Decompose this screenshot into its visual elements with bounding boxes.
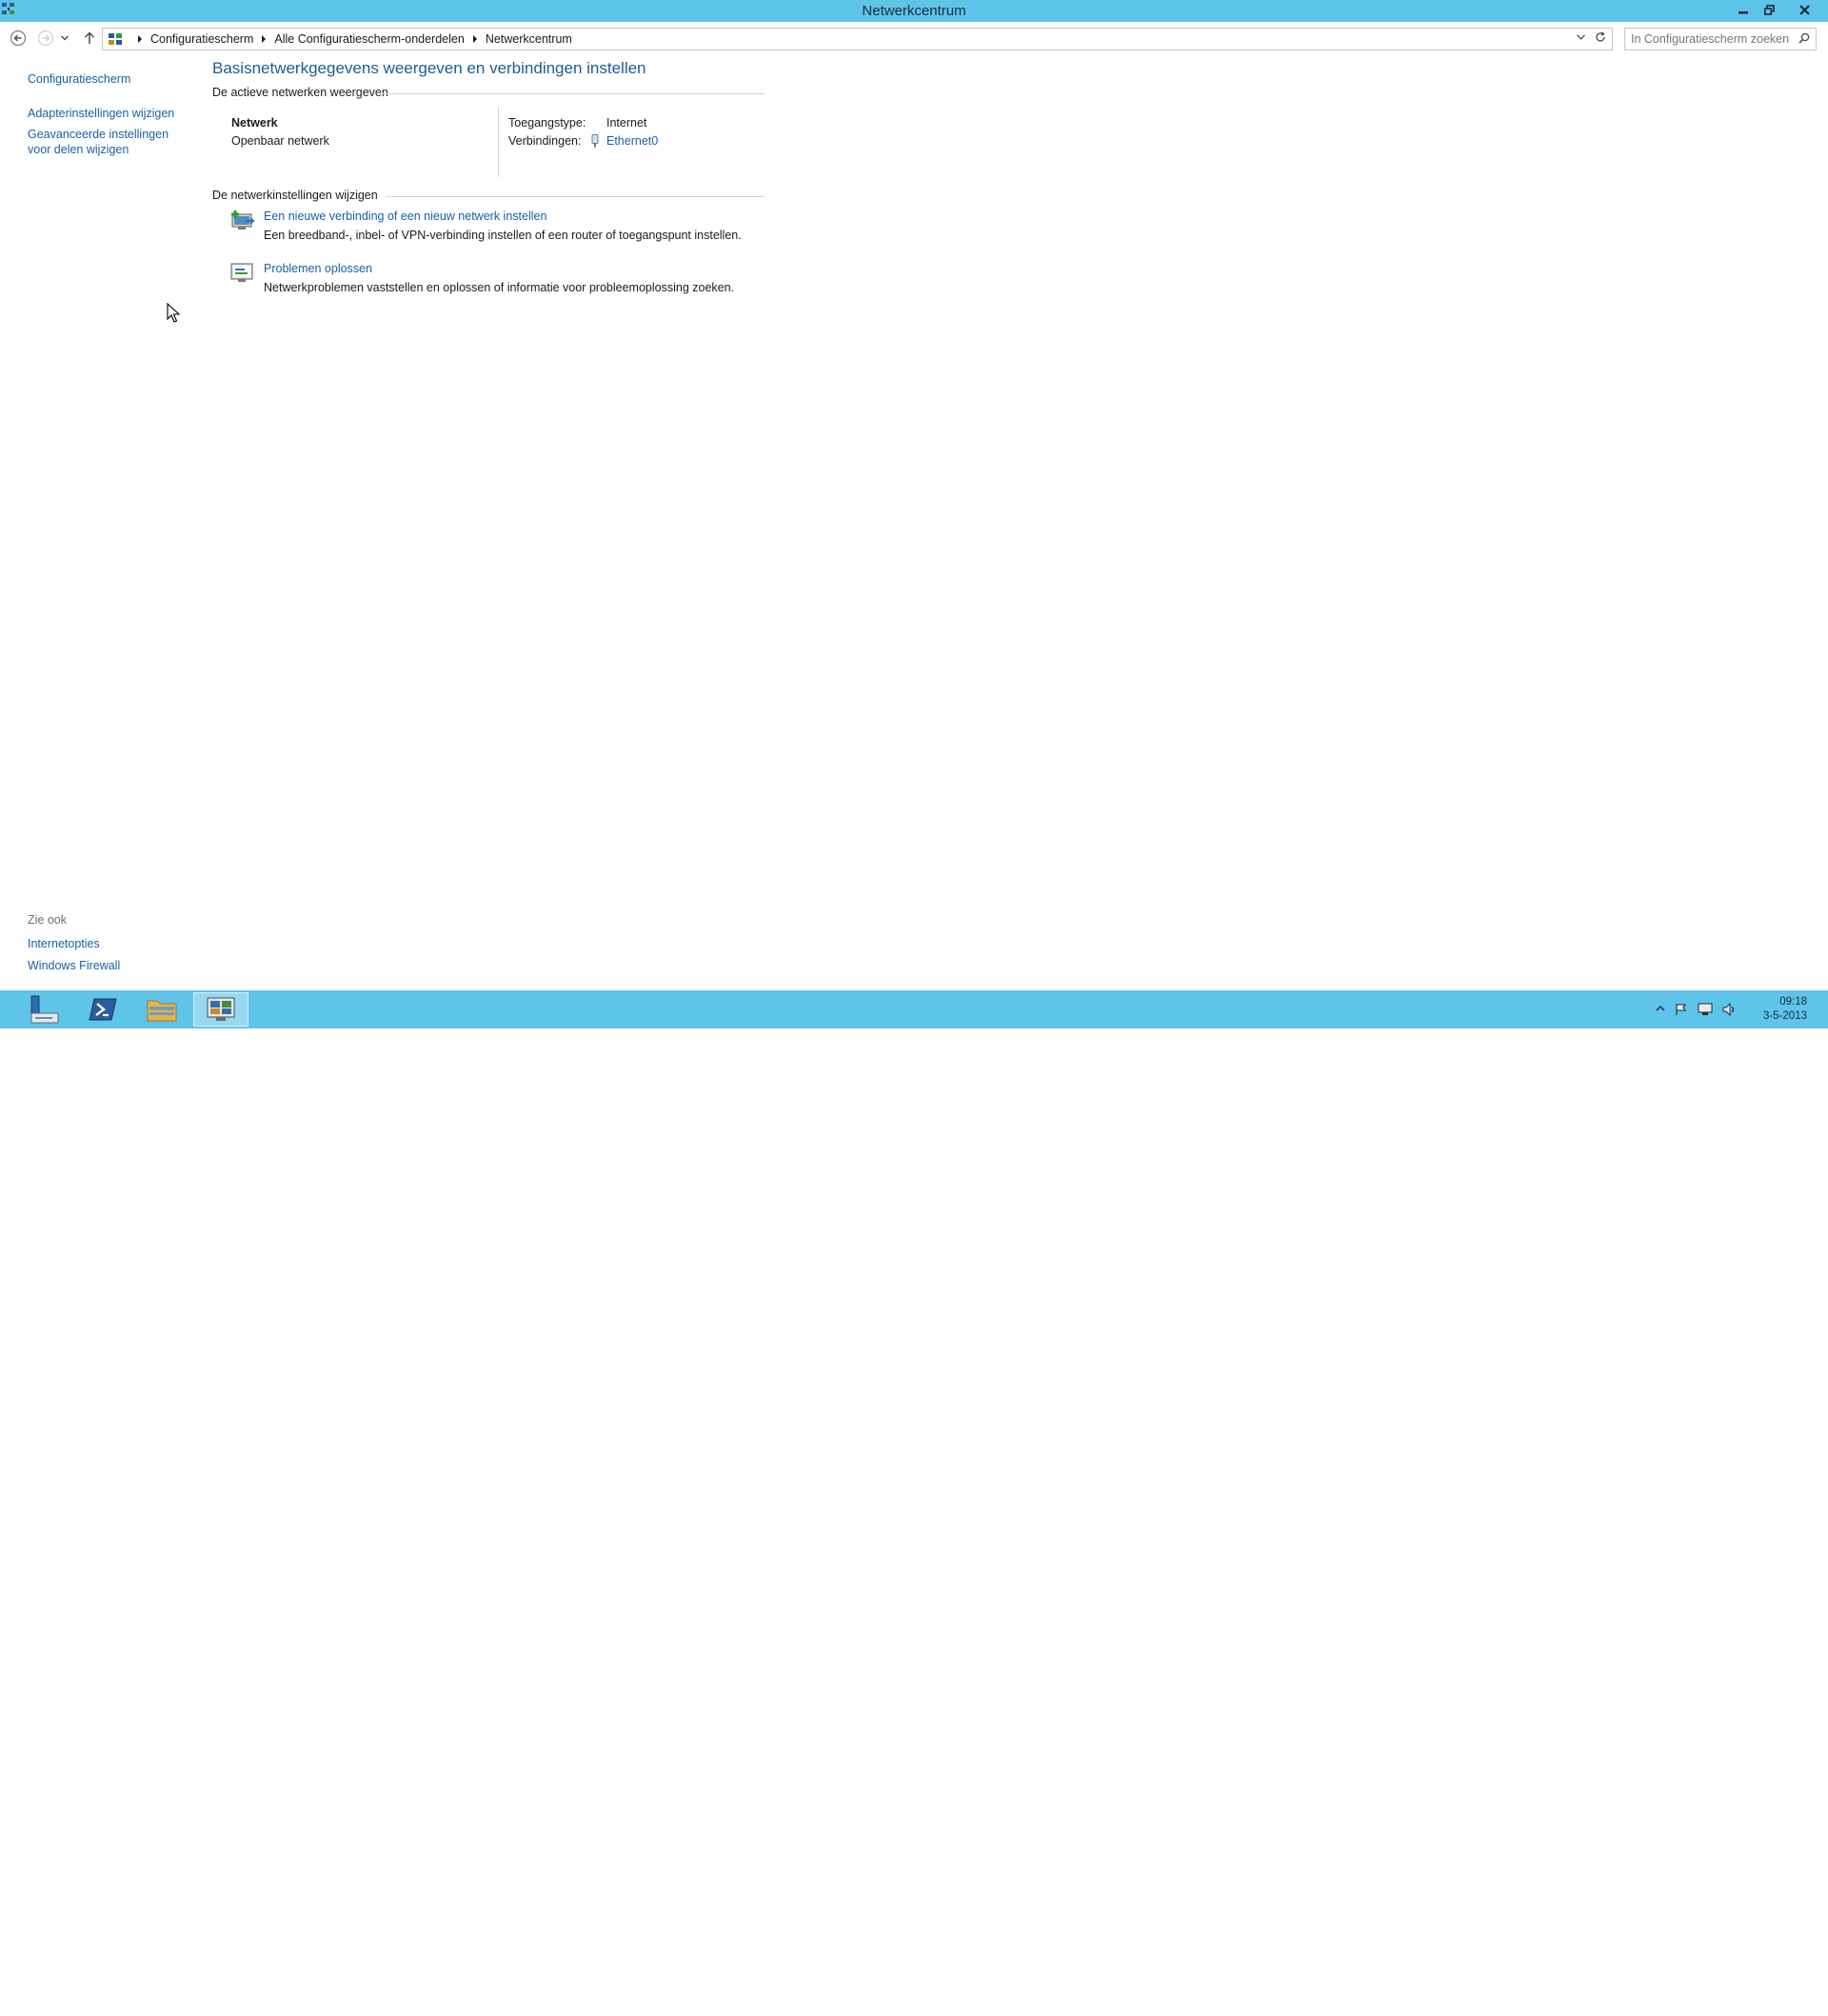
breadcrumb-separator-icon[interactable] <box>262 35 267 43</box>
ethernet-icon <box>591 134 599 148</box>
powershell-icon <box>89 998 117 1021</box>
forward-button[interactable] <box>35 28 56 49</box>
back-arrow-icon <box>10 30 27 47</box>
address-bar[interactable]: Configuratiescherm Alle Configuratiesche… <box>102 28 1613 50</box>
network-center-window: Netwerkcentrum Configuratiescherm Alle C… <box>0 0 1828 990</box>
windows-firewall-link[interactable]: Windows Firewall <box>28 959 120 972</box>
active-network-panel: Netwerk Openbaar netwerk Toegangstype: I… <box>212 107 765 189</box>
taskbar: The Collection Book 09:18 3-5-2013 <box>0 990 1828 2016</box>
breadcrumb-control-panel[interactable]: Configuratiescherm <box>150 32 253 46</box>
up-button[interactable] <box>79 28 100 49</box>
restore-icon <box>1763 4 1775 15</box>
window-title: Netwerkcentrum <box>862 3 966 19</box>
breadcrumb-network-center[interactable]: Netwerkcentrum <box>486 32 572 46</box>
active-networks-heading: De actieve netwerken weergeven <box>212 86 765 101</box>
troubleshoot-icon <box>230 263 253 282</box>
new-connection-description: Een breedband-, inbel- of VPN-verbinding… <box>264 229 742 242</box>
active-networks-heading-text: De actieve netwerken weergeven <box>212 86 388 99</box>
control-panel-taskbar-icon <box>207 997 235 1021</box>
breadcrumb-separator-icon[interactable] <box>472 35 477 43</box>
search-icon[interactable] <box>1798 32 1810 44</box>
new-connection-link[interactable]: Een nieuwe verbinding of een nieuw netwe… <box>264 210 546 223</box>
tasks-list: Een nieuwe verbinding of een nieuw netwe… <box>212 210 765 314</box>
taskbar-powershell[interactable] <box>75 992 130 1027</box>
taskbar-control-panel[interactable] <box>193 992 248 1027</box>
address-dropdown-icon[interactable] <box>1577 34 1585 40</box>
new-connection-icon <box>231 210 255 230</box>
watermark: The Collection Book <box>1588 1978 1828 2016</box>
change-adapter-settings-link[interactable]: Adapterinstellingen wijzigen <box>28 107 174 120</box>
internet-options-link[interactable]: Internetopties <box>28 937 100 950</box>
restore-button[interactable] <box>1757 0 1781 19</box>
change-settings-heading-text: De netwerkinstellingen wijzigen <box>212 189 378 202</box>
action-center-flag-icon[interactable] <box>1675 1003 1688 1016</box>
network-divider <box>498 107 499 177</box>
troubleshoot-description: Netwerkproblemen vaststellen en oplossen… <box>264 281 735 294</box>
left-pane: Configuratiescherm Adapterinstellingen w… <box>28 70 194 157</box>
access-type-label: Toegangstype: <box>508 116 586 130</box>
system-tray <box>1656 1003 1737 1016</box>
main-content: Basisnetwerkgegevens weergeven en verbin… <box>212 59 765 314</box>
change-settings-heading: De netwerkinstellingen wijzigen <box>212 189 765 204</box>
forward-arrow-icon <box>37 30 54 47</box>
show-hidden-icons-icon[interactable] <box>1656 1003 1665 1014</box>
book-watermark-icon <box>1591 1987 1635 2016</box>
volume-icon[interactable] <box>1722 1003 1737 1016</box>
refresh-icon[interactable] <box>1595 31 1606 43</box>
access-type-value: Internet <box>606 116 647 130</box>
advanced-sharing-settings-link[interactable]: Geavanceerde instellingen voor delen wij… <box>28 128 169 156</box>
page-title: Basisnetwerkgegevens weergeven en verbin… <box>212 59 646 77</box>
title-bar: Netwerkcentrum <box>0 0 1828 22</box>
taskbar-server-manager[interactable] <box>16 992 71 1027</box>
network-tray-icon[interactable] <box>1698 1003 1713 1016</box>
clock-time: 09:18 <box>1779 996 1807 1008</box>
back-button[interactable] <box>8 28 29 49</box>
breadcrumb-all-items[interactable]: Alle Configuratiescherm-onderdelen <box>274 32 464 46</box>
minimize-icon <box>1739 11 1748 14</box>
server-manager-icon <box>30 995 59 1024</box>
minimize-button[interactable] <box>1731 0 1756 19</box>
connections-label: Verbindingen: <box>508 134 582 148</box>
watermark-text: The Collection Book <box>1647 1984 1813 2003</box>
breadcrumb: Configuratiescherm Alle Configuratiesche… <box>109 32 572 46</box>
section-divider <box>386 196 765 197</box>
network-name: Netwerk <box>231 116 278 130</box>
section-divider <box>382 93 765 94</box>
close-button[interactable] <box>1790 0 1818 19</box>
control-panel-home-link[interactable]: Configuratiescherm <box>28 72 130 86</box>
chevron-down-icon <box>61 35 69 41</box>
breadcrumb-separator-icon[interactable] <box>138 35 142 43</box>
up-arrow-icon <box>84 31 95 44</box>
recent-locations-button[interactable] <box>59 28 70 49</box>
folder-icon <box>147 1000 177 1022</box>
see-also-heading: Zie ook <box>28 913 67 927</box>
search-input[interactable] <box>1631 32 1793 46</box>
taskbar-file-explorer[interactable] <box>134 992 189 1027</box>
system-clock[interactable]: 09:18 3-5-2013 <box>1763 995 1807 1024</box>
close-icon <box>1798 4 1810 15</box>
clock-date: 3-5-2013 <box>1762 1010 1807 1022</box>
network-type: Openbaar netwerk <box>231 134 329 148</box>
see-also-section: Zie ook Internetopties Windows Firewall <box>28 913 120 979</box>
mouse-cursor-icon <box>167 303 180 323</box>
troubleshoot-link[interactable]: Problemen oplossen <box>264 262 372 275</box>
ethernet0-connection-link[interactable]: Ethernet0 <box>606 134 658 148</box>
control-panel-icon <box>109 32 122 45</box>
search-box[interactable] <box>1624 28 1817 50</box>
navigation-bar: Configuratiescherm Alle Configuratiesche… <box>0 26 1828 52</box>
